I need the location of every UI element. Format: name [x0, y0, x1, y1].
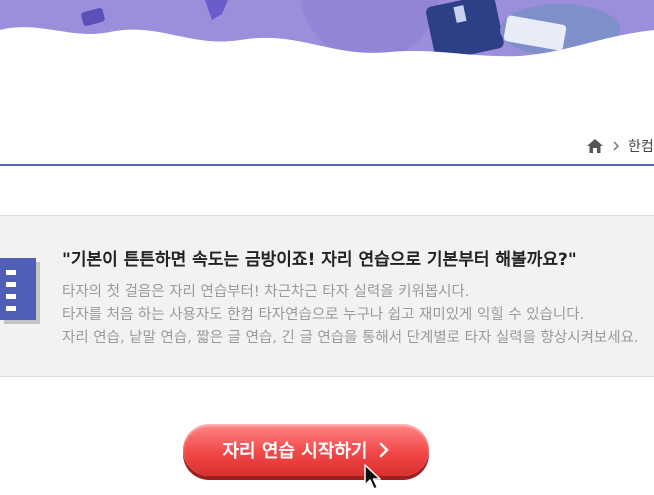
intro-line: 타자를 처음 하는 사용자도 한컴 타자연습으로 누구나 쉽고 재미있게 익힐 … [62, 307, 585, 323]
chevron-right-icon [378, 442, 390, 458]
top-banner [0, 0, 654, 62]
intro-line: 자리 연습, 낱말 연습, 짧은 글 연습, 긴 글 연습을 통해서 단계별로 … [62, 330, 639, 346]
breadcrumb-current[interactable]: 한컴 [628, 136, 654, 156]
breadcrumb: 한컴 [586, 136, 654, 156]
start-practice-button[interactable]: 자리 연습 시작하기 [183, 424, 429, 476]
intro-title: "기본이 튼튼하면 속도는 금방이죠! 자리 연습으로 기본부터 해볼까요?" [62, 250, 577, 270]
home-icon[interactable] [586, 137, 604, 155]
intro-line: 타자의 첫 걸음은 자리 연습부터! 차근차근 타자 실력을 키워봅시다. [62, 284, 470, 300]
start-button-label: 자리 연습 시작하기 [222, 441, 368, 462]
mouse-cursor-icon [363, 463, 385, 491]
book-icon [0, 258, 42, 326]
chevron-right-icon [610, 140, 622, 152]
section-divider [0, 164, 654, 166]
